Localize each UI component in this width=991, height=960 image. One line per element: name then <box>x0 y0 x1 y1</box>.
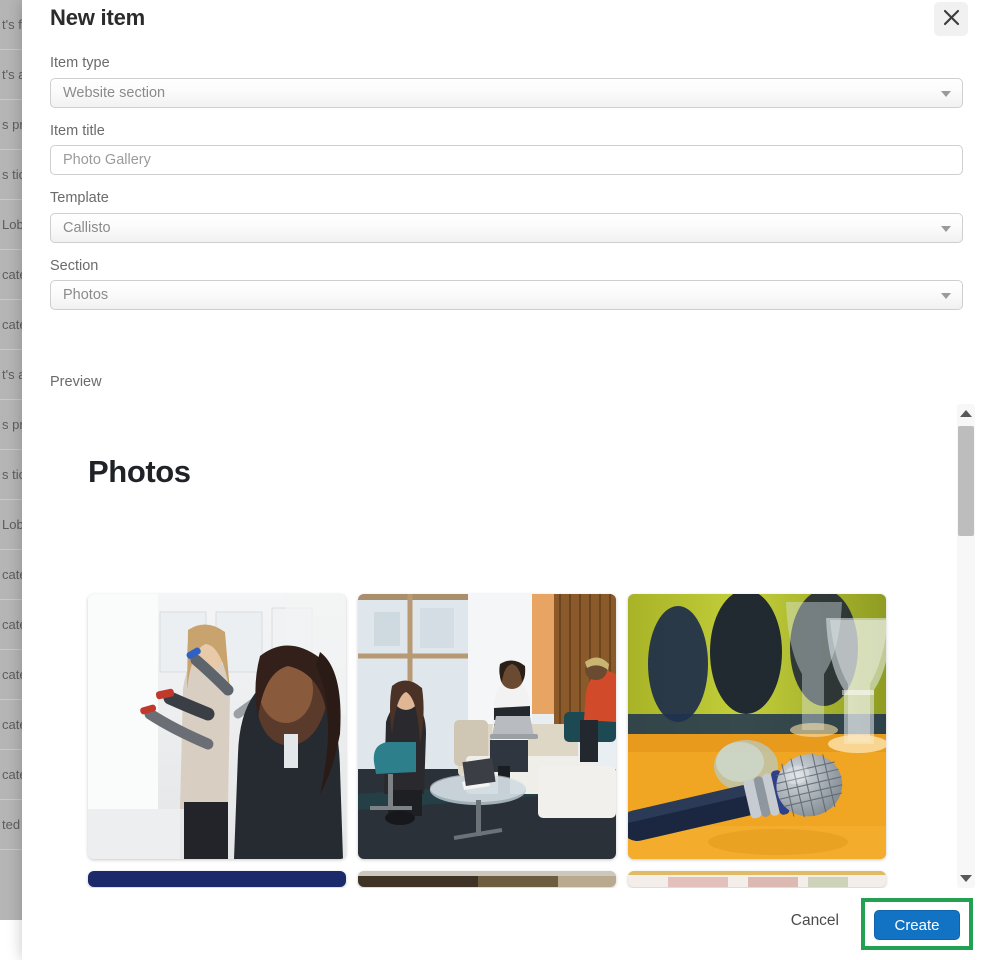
list-item[interactable] <box>88 871 346 887</box>
item-title-label: Item title <box>50 122 105 139</box>
scroll-up-button[interactable] <box>957 405 975 422</box>
item-type-label: Item type <box>50 55 110 71</box>
photo-lounge-laptops <box>358 594 616 859</box>
background-list-row: cate <box>0 750 22 800</box>
background-list-row: t's a <box>0 350 22 400</box>
background-list-row: cate <box>0 550 22 600</box>
page-title: New item <box>50 5 145 30</box>
preview-scrollbar[interactable] <box>957 404 975 888</box>
item-title-input[interactable] <box>50 145 963 175</box>
background-list-row: cate <box>0 600 22 650</box>
section-select[interactable]: Photos <box>50 280 963 310</box>
chevron-down-icon <box>941 225 951 232</box>
photo-row2-brown <box>358 871 616 887</box>
background-list-row: s pr <box>0 400 22 450</box>
modal-footer: Cancel Create <box>22 888 991 960</box>
field-template: Template Callisto <box>22 191 991 243</box>
list-item[interactable] <box>628 594 886 859</box>
chevron-down-icon <box>941 90 951 97</box>
list-item[interactable] <box>358 871 616 887</box>
background-list-row: s tic <box>0 450 22 500</box>
preview-label: Preview <box>50 374 102 390</box>
list-item[interactable] <box>628 871 886 887</box>
create-button-highlight: Create <box>861 898 973 950</box>
triangle-up-icon <box>960 410 972 417</box>
background-list-row: t's a <box>0 50 22 100</box>
background-bottom-strip <box>0 920 22 960</box>
preview-pane: Photos <box>44 404 957 888</box>
background-list-row: cate <box>0 650 22 700</box>
photo-whiteboard-meeting <box>88 594 346 859</box>
template-select[interactable]: Callisto <box>50 212 963 243</box>
photo-row2-light <box>628 871 886 887</box>
background-list-row: cate <box>0 250 22 300</box>
field-item-type: Item type Website section <box>22 56 991 108</box>
template-label: Template <box>50 190 109 206</box>
background-list-row: s tic <box>0 150 22 200</box>
close-icon <box>943 9 960 29</box>
background-list-row: Lob <box>0 500 22 550</box>
background-list-row: ted <box>0 800 22 850</box>
background-list-row: t's f <box>0 0 22 50</box>
scroll-down-button[interactable] <box>957 870 975 887</box>
background-list-left: t's ft's as prs ticLobcatecatet's as prs… <box>0 0 23 920</box>
photo-row2-blue <box>88 871 346 887</box>
item-type-select[interactable]: Website section <box>50 77 963 108</box>
preview-heading: Photos <box>88 454 191 489</box>
section-label: Section <box>50 257 99 274</box>
background-list-row: cate <box>0 700 22 750</box>
close-button[interactable] <box>934 2 968 36</box>
new-item-form: Item type Website section Item title Tem… <box>22 56 991 310</box>
list-item[interactable] <box>88 594 346 859</box>
photo-microphone-table <box>628 594 886 859</box>
chevron-down-icon <box>941 293 951 299</box>
cancel-button[interactable]: Cancel <box>787 906 843 936</box>
field-section: Section Photos <box>22 257 991 310</box>
list-item[interactable] <box>358 594 616 859</box>
background-list-row: Lob <box>0 200 22 250</box>
template-value: Callisto <box>63 219 111 236</box>
create-button[interactable]: Create <box>874 910 960 940</box>
item-type-value: Website section <box>63 84 166 101</box>
field-item-title: Item title <box>22 122 991 175</box>
new-item-modal: New item Item type Website section Item … <box>22 0 991 960</box>
scrollbar-thumb[interactable] <box>958 426 974 536</box>
background-list-row: cate <box>0 300 22 350</box>
photo-grid <box>88 594 898 887</box>
modal-header: New item <box>22 0 991 56</box>
background-list-row: s pr <box>0 100 22 150</box>
section-value: Photos <box>63 287 109 303</box>
triangle-down-icon <box>960 875 972 882</box>
